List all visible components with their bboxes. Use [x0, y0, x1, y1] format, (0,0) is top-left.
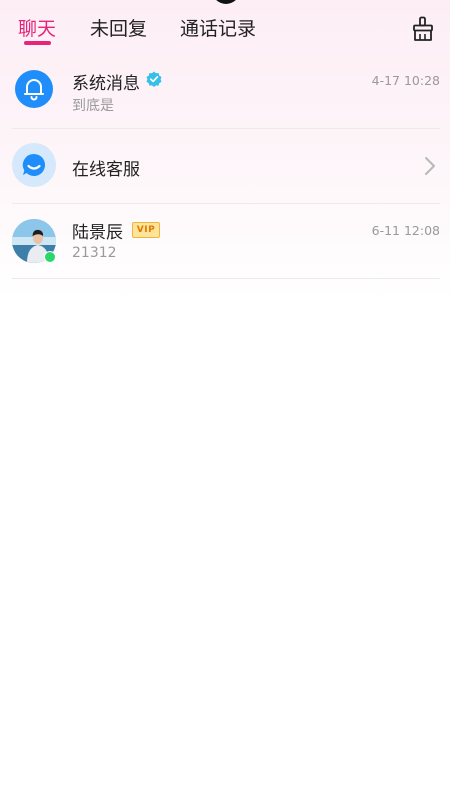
clean-button[interactable]	[411, 16, 435, 42]
conversation-name: 系统消息	[72, 74, 140, 94]
broom-clean-icon	[413, 16, 433, 41]
chevron-right-icon	[424, 156, 436, 176]
conversation-name: 陆景辰	[72, 223, 123, 243]
row-divider	[12, 278, 440, 279]
tab-chat[interactable]: 聊天	[18, 14, 56, 41]
conversation-time: 6-11 12:08	[371, 223, 440, 238]
conversation-preview: 到底是	[72, 98, 114, 114]
vip-badge: VIP	[132, 222, 160, 238]
tab-bar: 聊天 未回复 通话记录	[0, 0, 450, 56]
online-status-dot	[44, 251, 56, 263]
tab-call-records[interactable]: 通话记录	[180, 14, 256, 41]
active-tab-indicator	[24, 41, 51, 45]
system-avatar	[15, 70, 53, 108]
chat-bubble-icon	[22, 153, 46, 176]
customer-service-avatar	[12, 143, 56, 187]
tab-unreplied[interactable]: 未回复	[90, 14, 147, 41]
conversation-customer-service[interactable]: 在线客服	[0, 129, 450, 203]
conversation-system-message[interactable]: 系统消息 到底是 4-17 10:28	[0, 56, 450, 128]
bell-icon	[24, 79, 44, 101]
conversation-name: 在线客服	[72, 160, 140, 180]
conversation-preview: 21312	[72, 245, 117, 261]
conversation-user[interactable]: 陆景辰 VIP 21312 6-11 12:08	[0, 204, 450, 278]
conversation-time: 4-17 10:28	[371, 73, 440, 88]
verified-badge-icon	[146, 71, 162, 87]
